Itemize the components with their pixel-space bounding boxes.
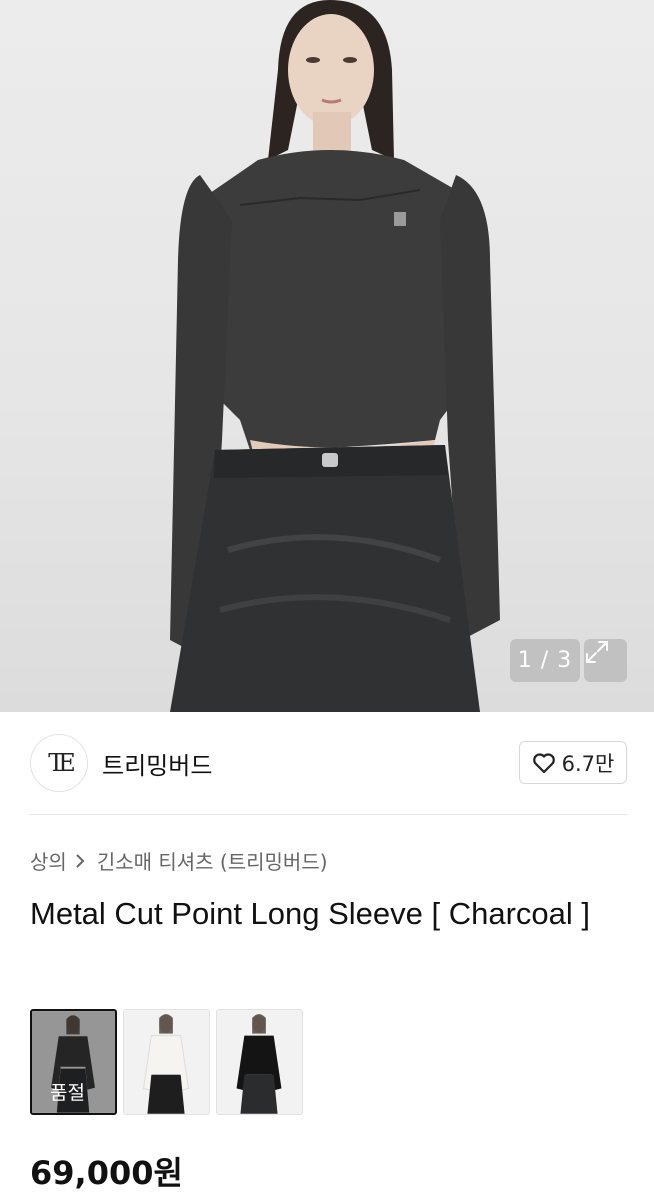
brand-name[interactable]: 트리밍버드 <box>102 746 212 781</box>
soldout-label: 품절 <box>32 1011 115 1113</box>
image-counter: 1 / 3 <box>510 639 580 682</box>
product-title: Metal Cut Point Long Sleeve [ Charcoal ] <box>30 896 591 931</box>
breadcrumb: 상의 긴소매 티셔츠 (트리밍버드) <box>30 846 328 875</box>
chevron-right-icon <box>75 851 89 871</box>
like-button[interactable]: 6.7만 <box>519 741 627 784</box>
divider <box>30 814 627 815</box>
variant-thumb-charcoal[interactable]: 품절 <box>30 1009 117 1115</box>
heart-outline-icon <box>532 752 555 773</box>
variant-thumb-white[interactable] <box>123 1009 210 1115</box>
expand-button[interactable] <box>584 639 627 682</box>
expand-arrows-icon <box>586 641 608 663</box>
variant-thumb-black[interactable] <box>216 1009 303 1115</box>
product-image-gallery[interactable]: 1 / 3 <box>0 0 654 712</box>
breadcrumb-item-subcategory[interactable]: 긴소매 티셔츠 (트리밍버드) <box>97 846 328 875</box>
variant-image <box>124 1010 209 1114</box>
color-variant-thumbnails: 품절 <box>30 1009 303 1115</box>
variant-image <box>217 1010 302 1114</box>
product-photo <box>170 0 500 712</box>
brand-logo-text: TE <box>48 749 75 777</box>
brand-logo[interactable]: TE <box>30 734 88 792</box>
product-price: 69,000원 <box>30 1154 183 1192</box>
like-count: 6.7만 <box>561 751 615 776</box>
breadcrumb-item-category[interactable]: 상의 <box>30 846 67 875</box>
brand-row: TE 트리밍버드 6.7만 <box>0 712 654 814</box>
